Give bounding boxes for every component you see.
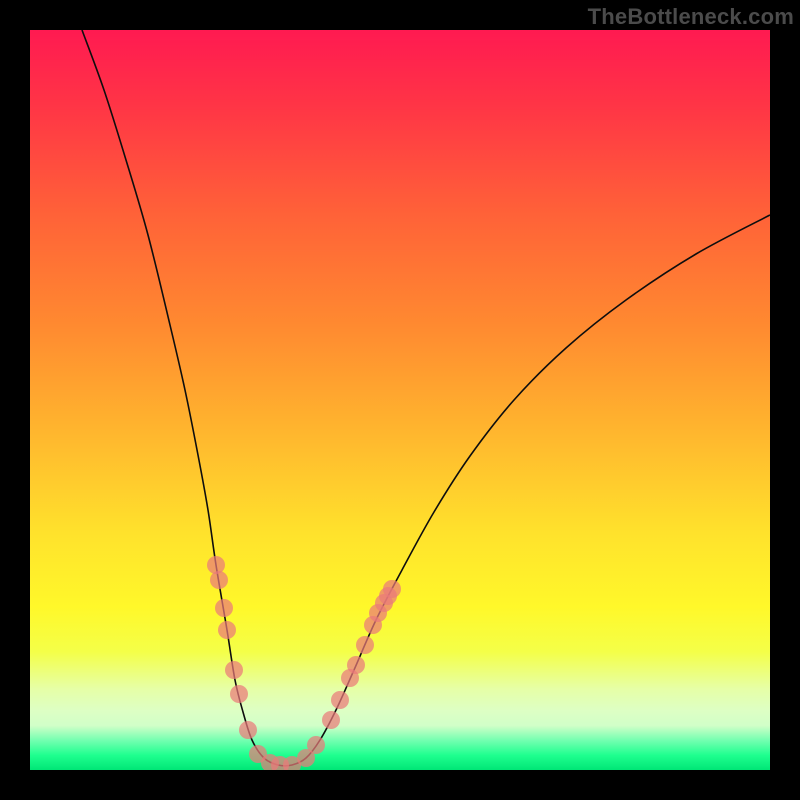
bottleneck-curve (82, 30, 770, 766)
marker-dot (230, 685, 248, 703)
marker-dot (239, 721, 257, 739)
marker-dot (218, 621, 236, 639)
marker-dot (356, 636, 374, 654)
chart-overlay (30, 30, 770, 770)
marker-dot (207, 556, 225, 574)
marker-dot (215, 599, 233, 617)
chart-frame (30, 30, 770, 770)
marker-dot (331, 691, 349, 709)
marker-dot (210, 571, 228, 589)
marker-dot (307, 736, 325, 754)
marker-dot (347, 656, 365, 674)
marker-dot (225, 661, 243, 679)
marker-dot (322, 711, 340, 729)
marker-dot (383, 580, 401, 598)
watermark-text: TheBottleneck.com (588, 4, 794, 30)
marker-group (207, 556, 401, 770)
